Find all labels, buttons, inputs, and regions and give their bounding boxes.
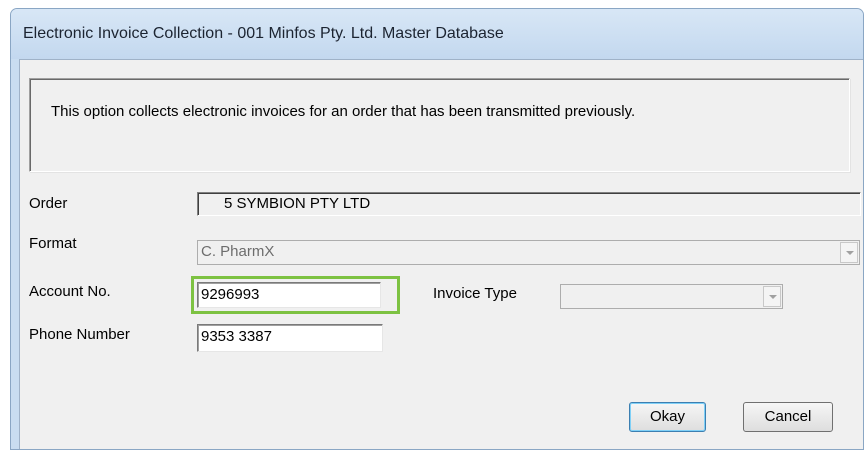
format-label: Format — [29, 235, 77, 252]
dialog-window: Electronic Invoice Collection - 001 Minf… — [10, 8, 864, 450]
info-panel: This option collects electronic invoices… — [29, 78, 850, 172]
phone-number-label: Phone Number — [29, 326, 130, 343]
chevron-down-icon[interactable] — [840, 242, 858, 263]
info-text: This option collects electronic invoices… — [51, 103, 636, 120]
chevron-down-icon[interactable] — [763, 286, 781, 307]
title-bar[interactable]: Electronic Invoice Collection - 001 Minf… — [11, 9, 863, 59]
order-value: 5 SYMBION PTY LTD — [224, 195, 371, 212]
format-dropdown[interactable]: C. PharmX — [197, 240, 860, 265]
phone-number-input[interactable]: 9353 3387 — [197, 324, 383, 352]
dialog-body: This option collects electronic invoices… — [19, 59, 863, 449]
cancel-button[interactable]: Cancel — [743, 402, 833, 432]
invoice-type-dropdown[interactable] — [560, 284, 783, 309]
order-label: Order — [29, 195, 68, 212]
account-number-value: 9296993 — [201, 286, 260, 303]
format-value: C. PharmX — [201, 243, 275, 260]
phone-number-value: 9353 3387 — [201, 328, 272, 345]
order-field: 5 SYMBION PTY LTD — [197, 192, 861, 216]
account-number-label: Account No. — [29, 283, 111, 300]
window-title: Electronic Invoice Collection - 001 Minf… — [23, 25, 504, 42]
invoice-type-label: Invoice Type — [433, 285, 517, 302]
account-number-input[interactable]: 9296993 — [197, 282, 381, 308]
okay-button[interactable]: Okay — [629, 402, 706, 432]
